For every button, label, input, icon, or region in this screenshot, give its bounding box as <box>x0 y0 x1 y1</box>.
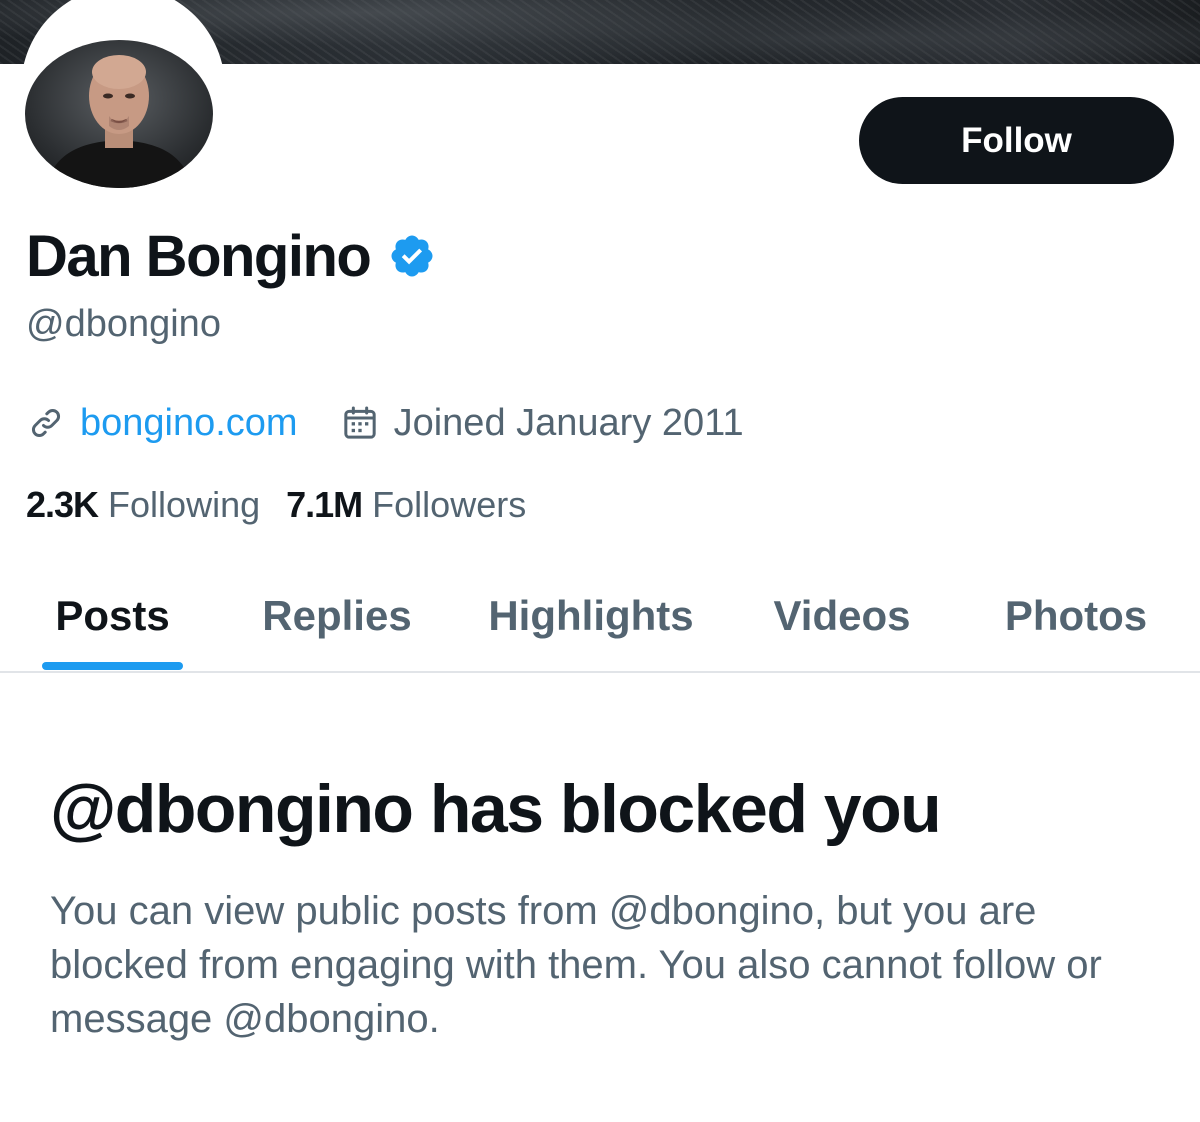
profile-meta: bongino.com Joined January 2011 <box>26 398 744 448</box>
display-name: Dan Bongino <box>26 223 372 289</box>
tab-highlights[interactable]: Highlights <box>476 560 706 671</box>
website-link[interactable]: bongino.com <box>80 402 298 445</box>
followers-stat[interactable]: 7.1M Followers <box>286 484 526 526</box>
joined-date: Joined January 2011 <box>393 401 744 444</box>
tab-videos[interactable]: Videos <box>760 560 924 671</box>
name-row: Dan Bongino <box>26 222 436 290</box>
calendar-icon <box>343 406 376 439</box>
followers-count: 7.1M <box>286 484 363 525</box>
following-count: 2.3K <box>26 484 99 525</box>
follow-button[interactable]: Follow <box>859 97 1174 184</box>
verified-badge-icon[interactable] <box>388 232 436 280</box>
blocked-title: @dbongino has blocked you <box>50 771 942 847</box>
following-label: Following <box>108 484 261 525</box>
tab-replies[interactable]: Replies <box>250 560 424 671</box>
avatar[interactable] <box>25 40 213 188</box>
blocked-message: You can view public posts from @dbongino… <box>50 889 1102 1041</box>
tab-posts[interactable]: Posts <box>42 560 183 671</box>
active-tab-indicator <box>42 662 183 670</box>
profile-tabs: Posts Replies Highlights Videos Photos <box>0 560 1200 673</box>
profile-stats: 2.3K Following 7.1M Followers <box>26 480 526 530</box>
profile-handle: @dbongino <box>26 303 221 345</box>
link-icon <box>32 409 60 437</box>
following-stat[interactable]: 2.3K Following <box>26 484 260 526</box>
tab-photos[interactable]: Photos <box>992 560 1160 671</box>
followers-label: Followers <box>372 484 527 525</box>
